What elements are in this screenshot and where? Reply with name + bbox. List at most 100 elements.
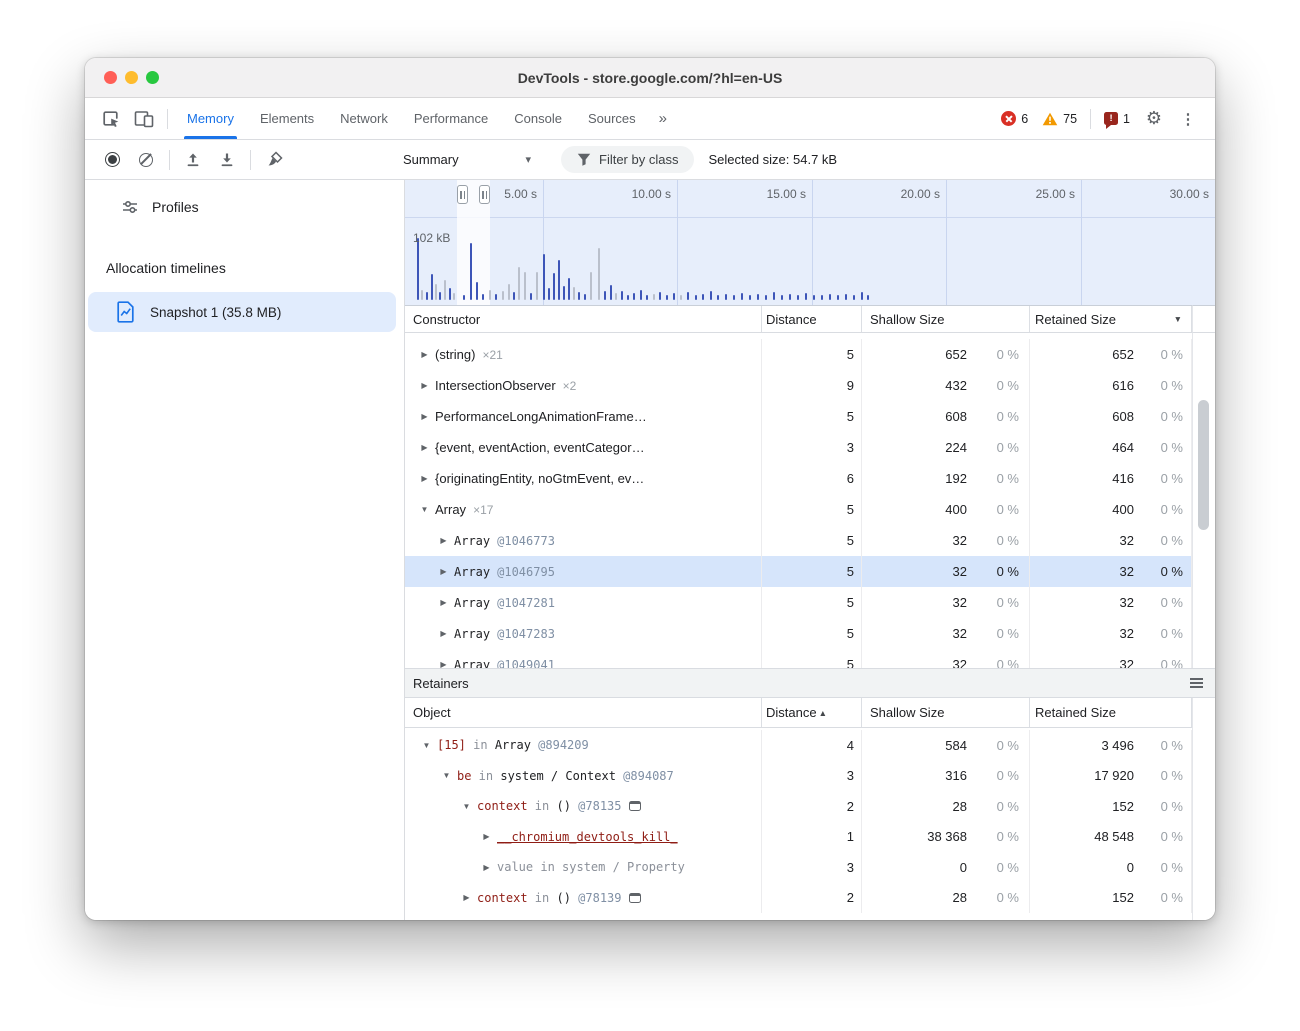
console-warnings-badge[interactable]: 75	[1035, 112, 1084, 126]
expand-arrow-icon[interactable]: ▶	[479, 832, 494, 841]
tab-console[interactable]: Console	[501, 98, 575, 139]
tab-sources[interactable]: Sources	[575, 98, 649, 139]
settings-button[interactable]: ⚙	[1139, 104, 1169, 134]
menu-icon[interactable]	[1190, 678, 1203, 687]
retainer-part: @894209	[531, 738, 589, 752]
expand-arrow-icon[interactable]: ▶	[436, 598, 451, 607]
expand-arrow-icon[interactable]: ▶	[436, 536, 451, 545]
shallow-size-column-header[interactable]: Shallow Size	[862, 306, 1030, 332]
constructor-scrollbar-track[interactable]	[1192, 333, 1215, 668]
close-window-button[interactable]	[104, 71, 117, 84]
retained-size-percent: 0 %	[1134, 738, 1191, 753]
retainer-object-cell: ▶value in system / Property	[405, 852, 762, 883]
retainer-row[interactable]: ▼[15] in Array @89420945840 %3 4960 %	[405, 730, 1192, 761]
tab-memory[interactable]: Memory	[174, 98, 247, 139]
constructor-row[interactable]: ▶Array@10472835320 %320 %	[405, 618, 1192, 649]
expand-arrow-icon[interactable]: ▶	[459, 893, 474, 902]
selection-handle-right[interactable]	[479, 185, 490, 204]
window-titlebar[interactable]: DevTools - store.google.com/?hl=en-US	[85, 58, 1215, 98]
allocation-timeline[interactable]: 102 kB 5.00 s10.00 s15.00 s20.00 s25.00 …	[405, 180, 1215, 305]
expand-arrow-icon[interactable]: ▶	[436, 567, 451, 576]
retainer-part: in	[466, 738, 495, 752]
constructor-row[interactable]: ▶Array@10467735320 %320 %	[405, 525, 1192, 556]
delete-profile-button[interactable]	[259, 145, 289, 175]
collapse-arrow-icon[interactable]: ▼	[459, 802, 474, 811]
retainers-retained-size-column-label: Retained Size	[1035, 705, 1116, 720]
constructor-table-header: Constructor Distance Shallow Size Retain…	[405, 305, 1192, 333]
retained-size-percent: 0 %	[1134, 378, 1191, 393]
constructor-name-cell: ▶{event, eventAction, eventCategor…	[405, 432, 762, 463]
retainer-row[interactable]: ▶value in system / Property300 %00 %	[405, 852, 1192, 883]
clear-button[interactable]	[131, 145, 161, 175]
constructor-column-header[interactable]: Constructor	[405, 306, 762, 332]
constructor-row[interactable]: ▼Array×1754000 %4000 %	[405, 494, 1192, 525]
expand-arrow-icon[interactable]: ▶	[436, 660, 451, 668]
retained-size-column-header[interactable]: Retained Size ▼	[1030, 306, 1192, 332]
retained-size-percent: 0 %	[1134, 471, 1191, 486]
retainer-row[interactable]: ▶context in () @781392280 %1520 %	[405, 883, 1192, 914]
selection-handle-left[interactable]	[457, 185, 468, 204]
timeline-tick-label: 25.00 s	[1036, 187, 1075, 201]
inspect-element-button[interactable]	[95, 104, 125, 134]
retainer-part: in	[533, 860, 562, 874]
retainers-distance-column-header[interactable]: Distance ▲	[762, 698, 862, 727]
shallow-size-cell: 00 %	[862, 852, 1030, 883]
tab-performance[interactable]: Performance	[401, 98, 501, 139]
more-panels-button[interactable]: »	[649, 98, 677, 139]
constructor-row[interactable]: ▶Array@10490415320 %320 %	[405, 649, 1192, 668]
collapse-arrow-icon[interactable]: ▼	[439, 771, 454, 780]
memory-bar	[867, 295, 869, 300]
issues-badge[interactable]: 1	[1097, 112, 1137, 126]
shallow-size-percent: 0 %	[967, 440, 1029, 455]
object-column-header[interactable]: Object	[405, 698, 762, 727]
perspective-select[interactable]: Summary ▾	[403, 152, 531, 167]
load-profile-button[interactable]	[178, 145, 208, 175]
toolbar-divider	[1090, 109, 1091, 129]
retainers-shallow-size-column-header[interactable]: Shallow Size	[862, 698, 1030, 727]
constructor-name-cell: ▶IntersectionObserver×2	[405, 370, 762, 401]
class-filter-input[interactable]: Filter by class	[561, 146, 694, 173]
retainer-row[interactable]: ▼be in system / Context @89408733160 %17…	[405, 761, 1192, 792]
retained-size-cell: 4000 %	[1030, 494, 1192, 525]
tab-network[interactable]: Network	[327, 98, 401, 139]
retained-size-value: 32	[1030, 657, 1134, 668]
shallow-size-cell: 320 %	[862, 556, 1030, 587]
expand-arrow-icon[interactable]: ▶	[417, 474, 432, 483]
constructor-row[interactable]: ▶Array@10467955320 %320 %	[405, 556, 1192, 587]
memory-bar	[687, 292, 689, 300]
tab-elements[interactable]: Elements	[247, 98, 327, 139]
constructor-row[interactable]: ▶(string)×2156520 %6520 %	[405, 339, 1192, 370]
distance-cell: 5	[762, 649, 862, 668]
snapshot-item[interactable]: Snapshot 1 (35.8 MB)	[88, 292, 396, 332]
constructor-row[interactable]: ▶IntersectionObserver×294320 %6160 %	[405, 370, 1192, 401]
console-errors-badge[interactable]: 6	[994, 111, 1035, 126]
distance-column-header[interactable]: Distance	[762, 306, 862, 332]
expand-arrow-icon[interactable]: ▶	[479, 863, 494, 872]
expand-arrow-icon[interactable]: ▶	[417, 443, 432, 452]
minimize-window-button[interactable]	[125, 71, 138, 84]
more-options-button[interactable]: ⋮	[1173, 104, 1203, 134]
scrollbar-thumb[interactable]	[1198, 400, 1209, 530]
expand-arrow-icon[interactable]: ▶	[417, 412, 432, 421]
record-allocation-button[interactable]	[97, 145, 127, 175]
expand-arrow-icon[interactable]: ▶	[417, 381, 432, 390]
retainer-row[interactable]: ▶__chromium_devtools_kill_138 3680 %48 5…	[405, 822, 1192, 853]
instance-name: Array	[454, 565, 490, 579]
expand-arrow-icon[interactable]: ▶	[417, 350, 432, 359]
retainers-retained-size-column-header[interactable]: Retained Size	[1030, 698, 1192, 727]
fullscreen-window-button[interactable]	[146, 71, 159, 84]
shallow-size-value: 608	[862, 409, 967, 424]
save-profile-button[interactable]	[212, 145, 242, 175]
shallow-size-cell: 280 %	[862, 791, 1030, 822]
expand-arrow-icon[interactable]: ▶	[436, 629, 451, 638]
retained-size-percent: 0 %	[1134, 799, 1191, 814]
constructor-row[interactable]: ▶PerformanceLongAnimationFrame…56080 %60…	[405, 401, 1192, 432]
constructor-row[interactable]: ▶Array@10472815320 %320 %	[405, 587, 1192, 618]
device-toolbar-button[interactable]	[129, 104, 159, 134]
collapse-arrow-icon[interactable]: ▼	[419, 741, 434, 750]
collapse-arrow-icon[interactable]: ▼	[417, 505, 432, 514]
retainer-row[interactable]: ▼context in () @781352280 %1520 %	[405, 791, 1192, 822]
constructor-row[interactable]: ▶{originatingEntity, noGtmEvent, ev…6192…	[405, 463, 1192, 494]
retained-size-cell: 320 %	[1030, 587, 1192, 618]
constructor-row[interactable]: ▶{event, eventAction, eventCategor…32240…	[405, 432, 1192, 463]
